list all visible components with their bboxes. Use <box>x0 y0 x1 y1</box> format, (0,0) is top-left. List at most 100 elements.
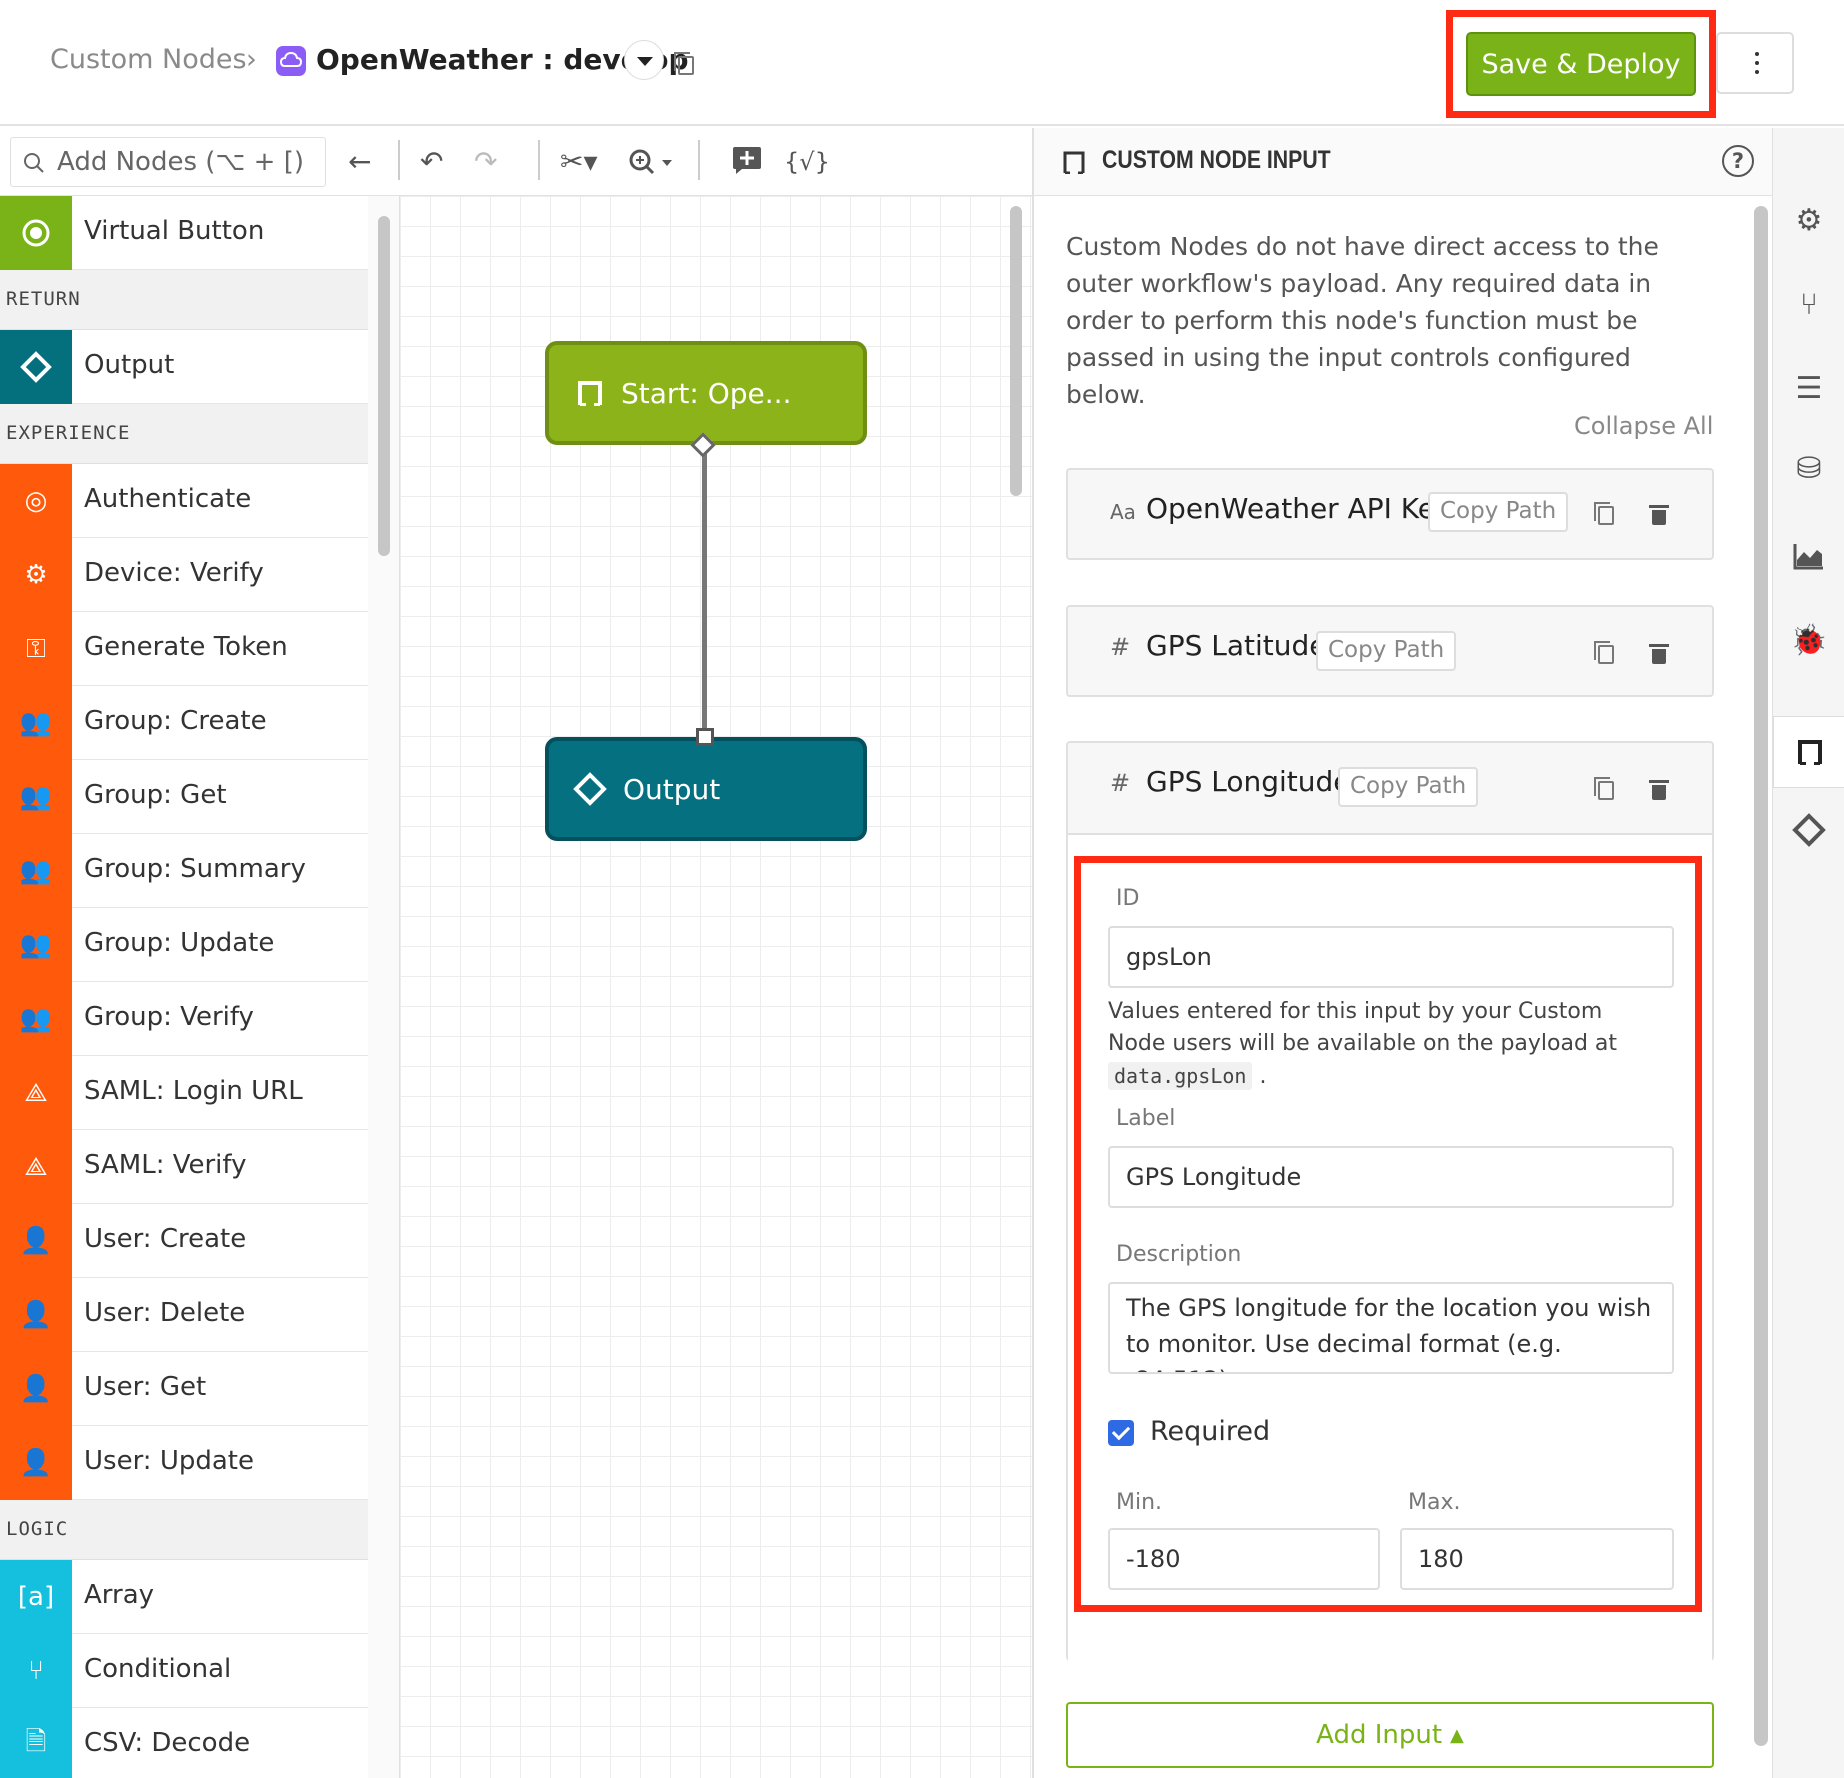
right-rail: ⚙ ⑂ ☰ ⛁ 🐞 <box>1772 128 1844 1778</box>
palette-item-saml-verify[interactable]: ⟁ SAML: Verify <box>0 1130 368 1204</box>
start-node[interactable]: Start: Ope... <box>545 341 867 445</box>
trash-icon[interactable] <box>1649 780 1669 800</box>
min-input[interactable] <box>1108 1528 1380 1590</box>
saml-verify-icon: ⟁ <box>0 1130 72 1204</box>
diamond-icon <box>573 772 607 806</box>
category-experience: EXPERIENCE <box>0 404 368 464</box>
list-icon[interactable]: ☰ <box>1773 358 1844 418</box>
required-checkbox[interactable] <box>1108 1420 1134 1446</box>
copy-path-button[interactable]: Copy Path <box>1338 767 1479 807</box>
collapse-arrow-icon[interactable]: ← <box>348 144 371 180</box>
user-search-icon: 👤 <box>0 1352 72 1426</box>
palette-item-conditional[interactable]: ⑂ Conditional <box>0 1634 368 1708</box>
save-deploy-button[interactable]: Save & Deploy <box>1466 32 1696 96</box>
palette-item-saml-login-url[interactable]: ⟁ SAML: Login URL <box>0 1056 368 1130</box>
group-icon: 👥 <box>0 760 72 834</box>
copy-icon[interactable] <box>674 52 694 75</box>
label-label: Label <box>1116 1106 1176 1131</box>
id-input[interactable] <box>1108 926 1674 988</box>
copy-path-button[interactable]: Copy Path <box>1428 492 1569 532</box>
number-type-icon: # <box>1110 769 1131 797</box>
input-name: GPS Latitude <box>1146 629 1327 662</box>
scissors-icon[interactable]: ✂▾ <box>560 144 598 180</box>
radio-button-icon <box>0 196 72 270</box>
palette-item-array[interactable]: [a] Array <box>0 1560 368 1634</box>
custom-node-icon <box>1063 151 1085 174</box>
palette-item-generate-token[interactable]: ⚿ Generate Token <box>0 612 368 686</box>
palette-item-virtual-button[interactable]: Virtual Button <box>0 196 368 270</box>
description-textarea[interactable]: The GPS longitude for the location you w… <box>1108 1282 1674 1374</box>
breadcrumb-separator: › <box>246 44 257 75</box>
array-icon: [a] <box>0 1560 72 1634</box>
palette-item-output[interactable]: Output <box>0 330 368 404</box>
required-label: Required <box>1150 1416 1271 1447</box>
output-node[interactable]: Output <box>545 737 867 841</box>
undo-icon[interactable]: ↶ <box>420 144 443 180</box>
version-branch-icon[interactable]: ⑂ <box>1773 274 1844 334</box>
panel-scrollbar[interactable] <box>1754 206 1768 1746</box>
category-return: RETURN <box>0 270 368 330</box>
duplicate-icon[interactable] <box>1594 641 1614 664</box>
input-name: GPS Longitude <box>1146 765 1351 798</box>
trash-icon[interactable] <box>1649 644 1669 664</box>
custom-node-input-icon[interactable] <box>1773 716 1844 788</box>
palette-item-user-get[interactable]: 👤 User: Get <box>0 1352 368 1426</box>
min-label: Min. <box>1116 1490 1163 1515</box>
label-input[interactable] <box>1108 1146 1674 1208</box>
palette-item-group-create[interactable]: 👥 Group: Create <box>0 686 368 760</box>
json-template-icon[interactable]: {√} <box>784 144 830 180</box>
caret-up-icon: ▲ <box>1450 1724 1464 1746</box>
palette-item-group-verify[interactable]: 👥 Group: Verify <box>0 982 368 1056</box>
input-card-gps-latitude[interactable]: # GPS Latitude Copy Path <box>1066 605 1714 697</box>
palette-item-group-update[interactable]: 👥 Group: Update <box>0 908 368 982</box>
version-dropdown-button[interactable] <box>624 40 664 80</box>
palette-item-user-update[interactable]: 👤 User: Update <box>0 1426 368 1500</box>
input-card-api-key[interactable]: Aa OpenWeather API Key Copy Path <box>1066 468 1714 560</box>
redo-icon[interactable]: ↷ <box>474 144 497 180</box>
add-nodes-search-input[interactable] <box>57 144 317 180</box>
connection-edge[interactable] <box>702 445 707 737</box>
palette-item-device-verify[interactable]: ⚙ Device: Verify <box>0 538 368 612</box>
copy-path-button[interactable]: Copy Path <box>1316 631 1457 671</box>
bug-icon[interactable]: 🐞 <box>1773 610 1844 670</box>
help-icon[interactable]: ? <box>1722 145 1754 177</box>
diamond-icon <box>0 330 72 404</box>
key-icon: ⚿ <box>0 612 72 686</box>
card-header[interactable]: # GPS Longitude Copy Path <box>1068 743 1712 835</box>
chart-area-icon[interactable] <box>1773 526 1844 586</box>
group-add-icon: 👥 <box>0 686 72 760</box>
breadcrumb-root[interactable]: Custom Nodes <box>50 44 247 75</box>
palette-item-user-create[interactable]: 👤 User: Create <box>0 1204 368 1278</box>
palette-scrollbar[interactable] <box>378 216 390 556</box>
more-options-button[interactable] <box>1716 32 1794 94</box>
palette-item-group-summary[interactable]: 👥 Group: Summary <box>0 834 368 908</box>
trash-icon[interactable] <box>1649 505 1669 525</box>
max-input[interactable] <box>1400 1528 1674 1590</box>
max-label: Max. <box>1408 1490 1461 1515</box>
cloud-icon <box>276 46 306 76</box>
duplicate-icon[interactable] <box>1594 777 1614 800</box>
canvas-scrollbar[interactable] <box>1010 206 1022 496</box>
custom-node-icon <box>578 381 602 406</box>
search-box <box>10 137 326 187</box>
input-port[interactable] <box>696 728 714 746</box>
category-logic: LOGIC <box>0 1500 368 1560</box>
search-icon <box>24 153 44 173</box>
gear-icon[interactable]: ⚙ <box>1773 190 1844 250</box>
palette-item-group-get[interactable]: 👥 Group: Get <box>0 760 368 834</box>
add-note-icon[interactable] <box>732 146 762 174</box>
database-icon[interactable]: ⛁ <box>1773 438 1844 498</box>
chip-icon: ⚙ <box>0 538 72 612</box>
description-label: Description <box>1116 1242 1242 1267</box>
collapse-all-link[interactable]: Collapse All <box>1574 412 1713 440</box>
palette-item-user-delete[interactable]: 👤 User: Delete <box>0 1278 368 1352</box>
palette-item-authenticate[interactable]: ◎ Authenticate <box>0 464 368 538</box>
duplicate-icon[interactable] <box>1594 502 1614 525</box>
add-input-button[interactable]: Add Input ▲ <box>1066 1702 1714 1768</box>
zoom-icon[interactable] <box>628 148 676 178</box>
panel-title: CUSTOM NODE INPUT <box>1102 146 1331 174</box>
output-diamond-icon[interactable] <box>1773 800 1844 860</box>
input-editor: ID Values entered for this input by your… <box>1074 856 1702 1612</box>
panel-header: CUSTOM NODE INPUT ? <box>1034 128 1774 196</box>
palette-item-csv-decode[interactable]: 🗎 CSV: Decode <box>0 1708 368 1778</box>
